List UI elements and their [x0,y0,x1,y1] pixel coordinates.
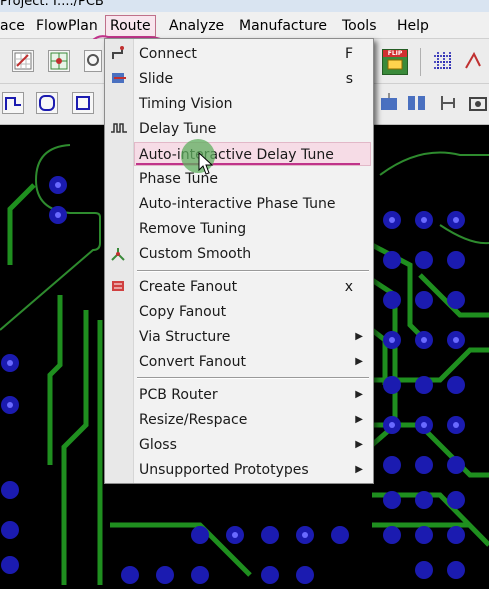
menu-help[interactable]: Help [393,16,433,36]
flip-icon[interactable]: FLIP [382,49,408,75]
menu-item-remove-tuning[interactable]: Remove Tuning [135,217,371,241]
camera-icon[interactable] [468,92,489,114]
menu-item-auto-interactive-phase-tune[interactable]: Auto-interactive Phase Tune [135,192,371,216]
menu-manufacture[interactable]: Manufacture [235,16,331,36]
layout-icon[interactable] [48,50,70,72]
arc-shape-icon[interactable] [36,92,58,114]
window-title: Project: I:.../PCB [0,0,104,9]
menu-tools[interactable]: Tools [338,16,381,36]
component-move-icon[interactable] [378,92,400,114]
menu-item-resize-respace[interactable]: Resize/Respace ▶ [135,408,371,432]
route-shape-icon[interactable] [2,92,24,114]
mouse-cursor-icon [198,152,214,175]
snap-icon[interactable] [462,50,484,72]
submenu-arrow-icon: ▶ [355,464,363,475]
pin-swap-icon[interactable] [438,92,460,114]
menu-item-timing-vision[interactable]: Timing Vision [135,92,371,116]
menu-item-phase-tune[interactable]: Phase Tune [135,167,371,191]
create-fanout-icon [110,278,128,294]
menu-separator [137,270,369,272]
zoom-icon[interactable] [84,50,102,72]
submenu-arrow-icon: ▶ [355,439,363,450]
menu-item-create-fanout[interactable]: Create Fanout x [135,275,371,299]
menu-item-copy-fanout[interactable]: Copy Fanout [135,300,371,324]
submenu-arrow-icon: ▶ [355,414,363,425]
custom-smooth-icon [110,246,128,262]
menu-item-pcb-router[interactable]: PCB Router ▶ [135,383,371,407]
window-titlebar: Project: I:.../PCB [0,0,489,12]
connect-icon [110,45,128,61]
delay-tune-icon [110,120,128,136]
rect-shape-icon[interactable] [72,92,94,114]
menu-separator [137,377,369,379]
grid-icon[interactable] [432,50,454,72]
submenu-arrow-icon: ▶ [355,389,363,400]
menu-item-via-structure[interactable]: Via Structure ▶ [135,325,371,349]
route-menu: Connect F Slide s Timing Vision Delay Tu… [104,38,374,484]
menu-item-slide[interactable]: Slide s [135,67,371,91]
slide-icon [110,70,128,86]
grid-view-icon[interactable] [12,50,34,72]
menu-item-gloss[interactable]: Gloss ▶ [135,433,371,457]
menu-item-delay-tune[interactable]: Delay Tune [135,117,371,141]
submenu-arrow-icon: ▶ [355,356,363,367]
menu-item-convert-fanout[interactable]: Convert Fanout ▶ [135,350,371,374]
delay-tune-annotation-mark [136,163,360,165]
submenu-arrow-icon: ▶ [355,331,363,342]
menu-place[interactable]: ace [0,16,29,36]
menu-item-custom-smooth[interactable]: Custom Smooth [135,242,371,266]
menu-item-connect[interactable]: Connect F [135,42,371,66]
component-align-icon[interactable] [406,92,428,114]
menu-item-unsupported-prototypes[interactable]: Unsupported Prototypes ▶ [135,458,371,482]
menu-bar: ace FlowPlan Route Analyze Manufacture T… [0,12,489,39]
